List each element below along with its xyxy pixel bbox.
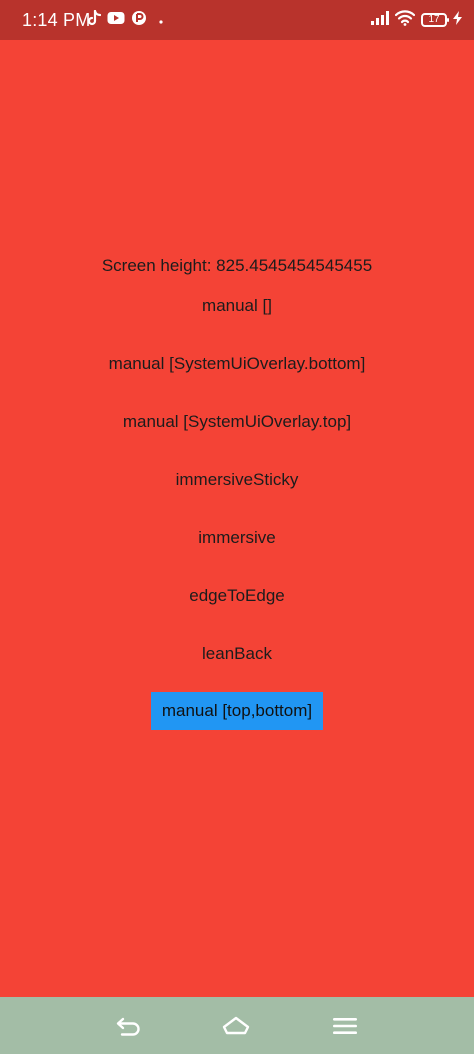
immersive-button[interactable]: immersive	[0, 521, 474, 555]
signal-icon	[371, 10, 389, 30]
tiktok-icon	[87, 9, 102, 31]
status-time: 1:14 PM	[22, 10, 91, 30]
edge-to-edge-button[interactable]: edgeToEdge	[0, 579, 474, 613]
manual-bottom-overlay-button[interactable]: manual [SystemUiOverlay.bottom]	[0, 347, 474, 381]
immersive-sticky-button[interactable]: immersiveSticky	[0, 463, 474, 497]
battery-level: 17	[428, 14, 440, 25]
notification-icons	[87, 9, 163, 31]
menu-icon[interactable]	[330, 1011, 360, 1041]
status-bar: 1:14 PM 17	[0, 0, 474, 40]
wifi-icon	[394, 9, 416, 31]
dot-icon	[159, 11, 163, 29]
battery-icon: 17	[421, 13, 449, 27]
lean-back-button[interactable]: leanBack	[0, 637, 474, 671]
youtube-icon	[107, 11, 125, 30]
manual-empty-button[interactable]: manual []	[0, 289, 474, 323]
charging-icon	[453, 10, 462, 30]
navigation-bar	[0, 997, 474, 1054]
manual-top-bottom-button[interactable]: manual [top,bottom]	[151, 692, 323, 730]
manual-top-overlay-button[interactable]: manual [SystemUiOverlay.top]	[0, 405, 474, 439]
back-icon[interactable]	[114, 1011, 144, 1041]
app-screen: 1:14 PM 17 Screen height: 825.4545454545…	[0, 0, 474, 1054]
main-content: Screen height: 825.4545454545455 manual …	[0, 40, 474, 997]
home-icon[interactable]	[221, 1011, 251, 1041]
app-icon	[131, 10, 147, 31]
system-icons: 17	[371, 9, 462, 31]
screen-height-text: Screen height: 825.4545454545455	[101, 256, 373, 275]
